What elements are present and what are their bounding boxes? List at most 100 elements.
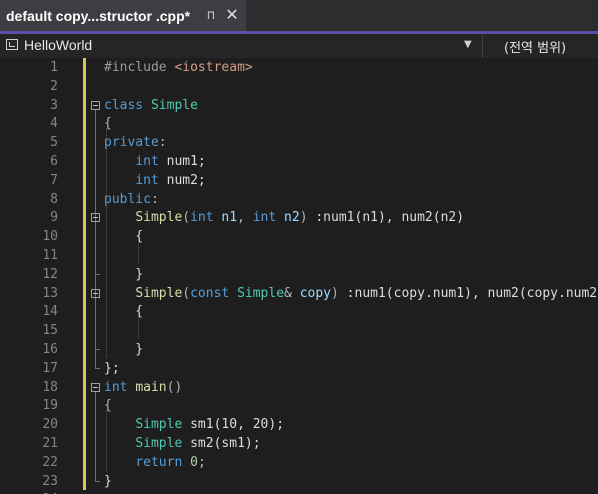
line-number: 1 <box>50 60 58 75</box>
code-line[interactable]: 14 { <box>0 302 598 321</box>
fold-end <box>95 367 100 369</box>
collapse-icon[interactable] <box>91 288 100 298</box>
code-line[interactable]: 7 int num2; <box>0 171 598 190</box>
code-token: : <box>158 135 167 151</box>
code-line[interactable]: 17}; <box>0 359 598 378</box>
code-line[interactable]: 5 private: <box>0 133 598 152</box>
code-token: Simple <box>237 285 285 301</box>
code-line[interactable]: 21 Simple sm2(sm1); <box>0 434 598 453</box>
code-line[interactable]: 1 #include <iostream> <box>0 58 598 77</box>
code-token: }; <box>104 360 120 376</box>
line-number: 18 <box>42 379 58 395</box>
code-line[interactable]: 3 class Simple <box>0 96 598 115</box>
code-line[interactable]: 18 int main() <box>0 378 598 397</box>
code-line[interactable]: 16 } <box>0 340 598 359</box>
line-number: 3 <box>50 97 58 113</box>
code-token: sm1(10, 20); <box>190 417 285 433</box>
code-text[interactable]: int num1; <box>104 152 205 171</box>
code-token: ( <box>182 285 191 301</box>
line-number: 22 <box>42 454 58 470</box>
indent-guide <box>138 316 140 340</box>
tab-title: default copy...structor .cpp* <box>6 7 191 24</box>
code-text[interactable]: Simple sm2(sm1); <box>104 434 260 453</box>
code-token: 0 <box>190 454 198 470</box>
close-icon[interactable]: ✕ <box>224 6 240 24</box>
code-line[interactable]: 6 int num1; <box>0 152 598 171</box>
code-text[interactable]: public: <box>104 190 159 209</box>
navigation-bar: HelloWorld ▼ (전역 범위) <box>0 34 598 58</box>
code-line[interactable]: 23} <box>0 472 598 491</box>
code-text[interactable]: int main() <box>104 378 182 397</box>
code-token: num2; <box>166 172 206 188</box>
code-editor[interactable]: 1 #include <iostream> 2 3 class Simple 4{5 pri… <box>0 58 598 494</box>
code-token: int <box>135 154 167 169</box>
fold-end <box>95 273 100 275</box>
code-token: n1 <box>221 210 238 226</box>
code-line[interactable]: 10 { <box>0 227 598 246</box>
indent-guide <box>106 410 108 471</box>
fold-end <box>95 349 100 350</box>
code-token: :num1(n1), num2(n2) <box>315 210 465 226</box>
code-token: } <box>104 266 144 282</box>
chevron-down-icon[interactable]: ▼ <box>464 39 472 50</box>
code-line[interactable]: 8 public: <box>0 190 598 209</box>
code-token: & <box>284 285 300 301</box>
code-text[interactable]: class Simple <box>104 96 198 115</box>
line-number: 9 <box>50 210 58 226</box>
code-line[interactable]: 15 <box>0 321 598 340</box>
code-token: return <box>135 454 191 470</box>
code-text[interactable]: #include <iostream> <box>104 58 253 77</box>
code-line[interactable]: 13 Simple(const Simple& copy) :num1(copy… <box>0 284 598 303</box>
code-line[interactable]: 12 } <box>0 265 598 284</box>
code-text[interactable]: private: <box>104 133 167 152</box>
collapse-icon[interactable] <box>91 100 100 110</box>
code-line[interactable]: 9 Simple(int n1, int n2) :num1(n1), num2… <box>0 208 598 227</box>
line-number: 10 <box>42 229 58 245</box>
line-number: 14 <box>42 304 58 320</box>
code-text[interactable]: } <box>104 472 112 491</box>
code-text[interactable]: } <box>104 340 143 359</box>
code-token: Simple <box>150 97 198 113</box>
line-number: 23 <box>42 473 58 489</box>
code-line[interactable]: 4{ <box>0 114 598 133</box>
code-line[interactable]: 19{ <box>0 396 598 415</box>
code-text[interactable]: int num2; <box>104 171 206 190</box>
scope-dropdown[interactable]: (전역 범위) <box>504 37 566 56</box>
line-number: 24 <box>20 490 58 494</box>
project-icon <box>6 39 18 50</box>
code-text[interactable]: }; <box>104 359 120 378</box>
code-line[interactable]: 20 Simple sm1(10, 20); <box>0 415 598 434</box>
code-text[interactable]: Simple(const Simple& copy) :num1(copy.nu… <box>104 284 598 303</box>
fold-end <box>95 480 100 482</box>
code-line[interactable]: 11 <box>0 246 598 265</box>
code-token: ) <box>299 210 316 226</box>
code-line[interactable]: 2 <box>0 77 598 96</box>
code-token: int <box>135 172 167 188</box>
pin-icon[interactable]: ⊓ <box>204 7 218 23</box>
code-line[interactable]: 22 return 0; <box>0 453 598 472</box>
code-text[interactable]: } <box>104 265 143 284</box>
code-token: } <box>104 342 144 357</box>
line-number: 13 <box>42 285 58 301</box>
code-text[interactable]: return 0; <box>104 453 205 472</box>
code-text[interactable]: Simple sm1(10, 20); <box>104 415 284 434</box>
code-token: main <box>135 379 167 395</box>
code-token: public <box>104 191 151 207</box>
collapse-icon[interactable] <box>91 382 100 392</box>
code-token: class <box>104 97 151 113</box>
tab-bar: default copy...structor .cpp* ⊓ ✕ <box>0 0 598 31</box>
code-token: private <box>104 135 159 151</box>
tab-default-copy-constructor[interactable]: default copy...structor .cpp* ⊓ ✕ <box>0 0 246 31</box>
project-dropdown[interactable]: HelloWorld <box>24 37 92 53</box>
code-token: () <box>166 379 183 395</box>
collapse-icon[interactable] <box>91 213 100 223</box>
code-token: const <box>190 285 238 301</box>
code-line[interactable]: 24 <box>0 490 598 494</box>
code-text[interactable]: Simple(int n1, int n2) :num1(n1), num2(n… <box>104 208 464 227</box>
code-token: Simple <box>135 417 191 433</box>
